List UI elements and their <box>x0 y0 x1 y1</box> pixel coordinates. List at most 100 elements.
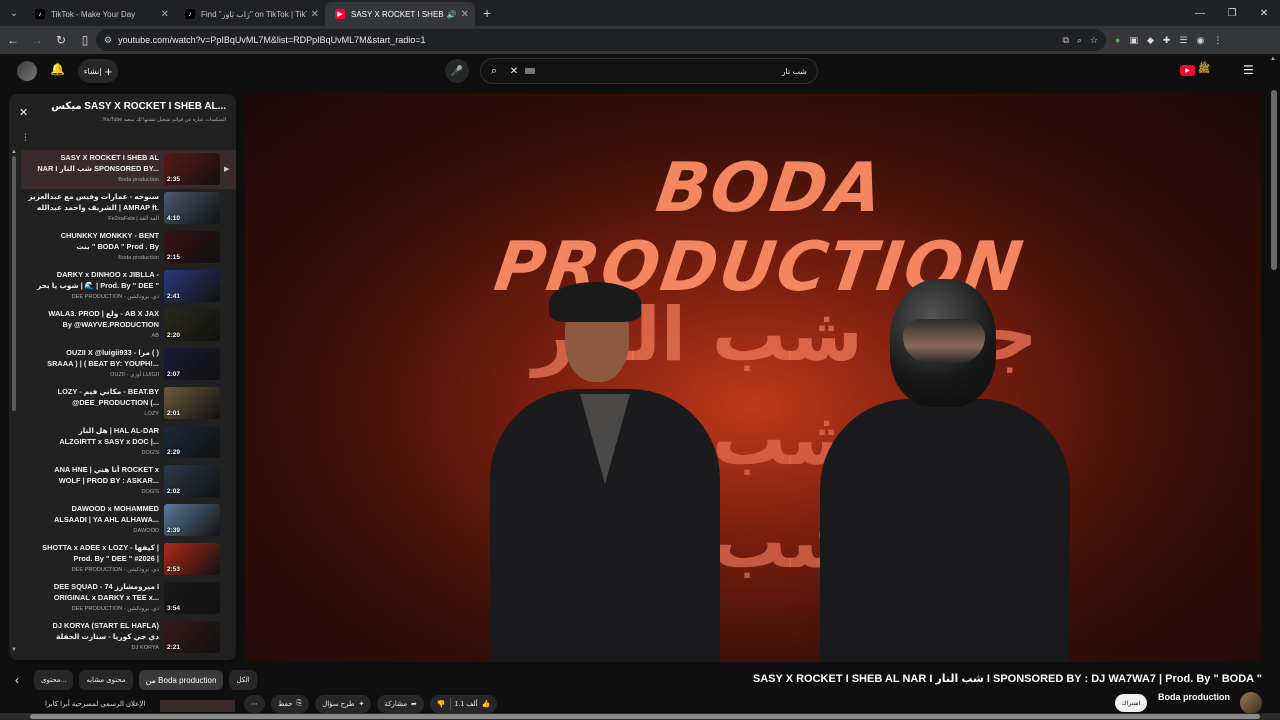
site-info-icon[interactable]: ⚙ <box>104 35 112 46</box>
account-avatar[interactable] <box>17 61 37 81</box>
more-actions-icon[interactable]: ⋯ <box>244 695 265 713</box>
zoom-icon[interactable]: ⌕ <box>1077 35 1082 46</box>
playlist-item[interactable]: سنوحه - عمارات وفيس مع عبدالعزيز الشريف و… <box>21 189 236 228</box>
dislike-icon[interactable]: 👎 <box>437 700 446 708</box>
playlist-item[interactable]: LOZY - مكاني فيم - BEAT.BY @DEE_PRODUCTIO… <box>21 384 236 423</box>
tiktok-icon: ♪ <box>185 9 195 19</box>
playlist-item[interactable]: DAWOOD x MOHAMMED ALSAADI | YA AHL ALHAWA… <box>21 501 236 540</box>
playlist-item[interactable]: OUZII X @luigii933 - مرا ( ) SRAAA ) | ( … <box>21 345 236 384</box>
playlist-item-channel: AB <box>151 333 159 339</box>
search-icon[interactable]: ⌕ <box>481 65 507 78</box>
youtube-logo[interactable]: ▶ ﷺ <box>1180 63 1210 77</box>
audio-playing-icon[interactable]: 🔊 <box>447 10 457 19</box>
bookmark-star-icon[interactable]: ☆ <box>1090 35 1098 46</box>
address-bar[interactable]: ⚙ youtube.com/watch?v=PpIBqUvML7M&list=R… <box>96 29 1106 51</box>
playlist-item[interactable]: SASY X ROCKET I SHEB AL NAR I شب النار SP… <box>21 150 236 189</box>
person-left-cap <box>549 282 641 322</box>
more-options-icon[interactable]: ⋮ <box>21 132 30 143</box>
notifications-bell-icon[interactable]: 🔔 <box>50 62 65 76</box>
tab-tiktok-search[interactable]: ♪ Find "رَاب بَاوِر" on TikTok | TikTok … <box>175 2 325 26</box>
playlist-scrollbar[interactable] <box>12 156 16 411</box>
subscribe-button[interactable]: اشتراك <box>1115 694 1147 712</box>
save-button[interactable]: حفظ ⎘ <box>271 695 310 713</box>
playlist-item-thumbnail[interactable]: 2:01 <box>164 387 220 419</box>
install-app-icon[interactable]: ⧉ <box>1062 35 1068 46</box>
guide-menu-icon[interactable]: ☰ <box>1243 63 1254 77</box>
extensions-puzzle-icon[interactable]: ✚ <box>1163 35 1171 46</box>
playlist-item[interactable]: DARKY x DINHOO x JIBLLA - شوب يا بحر | 🌊 … <box>21 267 236 306</box>
page-scrollbar[interactable] <box>1271 90 1277 270</box>
channel-name[interactable]: Boda production <box>1158 692 1230 702</box>
extension-icon[interactable]: ◆ <box>1147 35 1154 46</box>
playlist-item-title-line1: WALA3. PROD | ولع - AB X JAX <box>48 309 159 318</box>
playlist-item[interactable]: ANA HNE | أنا هني ROCKET x WOLF | PROD BY… <box>21 462 236 501</box>
playlist-item-thumbnail[interactable]: 2:29 <box>164 426 220 458</box>
reload-icon[interactable]: ↻ <box>50 33 72 47</box>
browser-menu-icon[interactable]: ⋮ <box>1213 35 1222 46</box>
clear-search-icon[interactable]: ✕ <box>507 66 521 77</box>
search-box[interactable]: ⌕ ✕ شب نار <box>480 58 818 84</box>
playlist-item-thumbnail[interactable]: 3:54 <box>164 582 220 614</box>
media-control-icon[interactable]: ☰ <box>1179 35 1187 46</box>
duration-badge: 2:21 <box>167 644 181 651</box>
playlist-item[interactable]: WALA3. PROD | ولع - AB X JAX By @WAYVE.PR… <box>21 306 236 345</box>
share-button[interactable]: مشاركة ➦ <box>377 695 424 713</box>
scroll-down-icon[interactable]: ▼ <box>11 647 17 653</box>
chip-related[interactable]: محتوى مشابه <box>79 670 133 690</box>
close-tab-icon[interactable]: ✕ <box>311 9 319 20</box>
save-label: حفظ <box>278 701 293 708</box>
back-icon[interactable]: ← <box>2 33 24 47</box>
next-item-title[interactable]: الإعلان الرسمي لمسرحية أبرا كابرا <box>45 700 145 708</box>
playlist-item-thumbnail[interactable]: 2:41 <box>164 270 220 302</box>
tab-search-button[interactable]: ⌄ <box>3 2 25 24</box>
forward-icon[interactable]: → <box>26 33 48 47</box>
close-window-icon[interactable]: ✕ <box>1248 8 1280 19</box>
playlist-item[interactable]: DJ KORYA (START EL HAFLA) دي جي كوريا - س… <box>21 618 236 657</box>
close-tab-icon[interactable]: ✕ <box>161 9 169 20</box>
playlist-item-thumbnail[interactable]: 2:53 <box>164 543 220 575</box>
ask-button[interactable]: طرح سؤال ✦ <box>315 695 372 713</box>
chip-from-channel[interactable]: من Boda production <box>138 670 224 690</box>
create-button[interactable]: إنشاء + <box>78 59 118 83</box>
new-tab-button[interactable]: + <box>483 5 491 21</box>
playlist-item-thumbnail[interactable]: 2:39 <box>164 504 220 536</box>
playlist-item[interactable]: SHOTTA x ADEE x LOZY - كيفها | Prod. By "… <box>21 540 236 579</box>
search-input[interactable]: شب نار <box>535 67 817 76</box>
like-icon[interactable]: 👍 <box>482 700 491 708</box>
maximize-icon[interactable]: ❐ <box>1216 8 1248 19</box>
close-tab-icon[interactable]: ✕ <box>461 9 469 20</box>
extension-icon[interactable]: ● <box>1115 35 1120 45</box>
playlist-item-thumbnail[interactable]: 2:21 <box>164 621 220 653</box>
profile-avatar-icon[interactable]: ◉ <box>1197 35 1205 46</box>
video-player[interactable]: جاي شب النار جاي شب النار جاي شب النار B… <box>245 94 1261 662</box>
extension-icon[interactable]: ▣ <box>1129 35 1138 46</box>
sidebar-icon[interactable]: ▯ <box>74 33 96 47</box>
playlist-item-thumbnail[interactable]: 2:35 <box>164 153 220 185</box>
playlist-item-thumbnail[interactable]: 2:07 <box>164 348 220 380</box>
keyboard-icon[interactable] <box>525 68 535 74</box>
horizontal-scrollbar[interactable] <box>0 713 1280 720</box>
close-playlist-icon[interactable]: ✕ <box>19 106 28 119</box>
chevron-left-icon[interactable]: ‹ <box>0 673 34 687</box>
playlist-item[interactable]: CHUNKKY MONKKY - BENT بنت " BODA " Prod .… <box>21 228 236 267</box>
playlist-item-thumbnail[interactable]: 2:02 <box>164 465 220 497</box>
chip-more[interactable]: محتوى... <box>34 670 74 690</box>
playlist-item[interactable]: DEE SQUAD - ميرومشارز 74 I ORIGINAL x DAR… <box>21 579 236 618</box>
voice-search-mic-icon[interactable]: 🎤 <box>445 59 469 83</box>
horizontal-scroll-thumb[interactable] <box>30 714 1260 719</box>
page-scroll-up-icon[interactable]: ▲ <box>1270 56 1276 62</box>
tab-tiktok-home[interactable]: ♪ TikTok - Make Your Day ✕ <box>25 2 175 26</box>
related-chips: ‹ محتوى... محتوى مشابه من Boda productio… <box>0 668 263 692</box>
playlist-item-thumbnail[interactable]: 4:10 <box>164 192 220 224</box>
next-item-thumbnail[interactable] <box>160 700 235 712</box>
playlist-item-text: ANA HNE | أنا هني ROCKET x WOLF | PROD BY… <box>23 465 159 498</box>
playlist-item-thumbnail[interactable]: 2:15 <box>164 231 220 263</box>
tab-youtube-video[interactable]: ▶ SASY X ROCKET I SHEB AL NAR 🔊 ✕ <box>325 2 475 26</box>
playlist-item[interactable]: هل النار | HAL AL-DAR ALZGIRTT x SASY x D… <box>21 423 236 462</box>
minimize-icon[interactable]: — <box>1184 8 1216 19</box>
chip-all[interactable]: الكل <box>229 670 257 690</box>
channel-avatar[interactable] <box>1240 692 1262 714</box>
scroll-up-icon[interactable]: ▲ <box>11 149 17 155</box>
like-dislike-group: 👎 1.1 ألف 👍 <box>429 695 498 713</box>
playlist-item-thumbnail[interactable]: 2:20 <box>164 309 220 341</box>
